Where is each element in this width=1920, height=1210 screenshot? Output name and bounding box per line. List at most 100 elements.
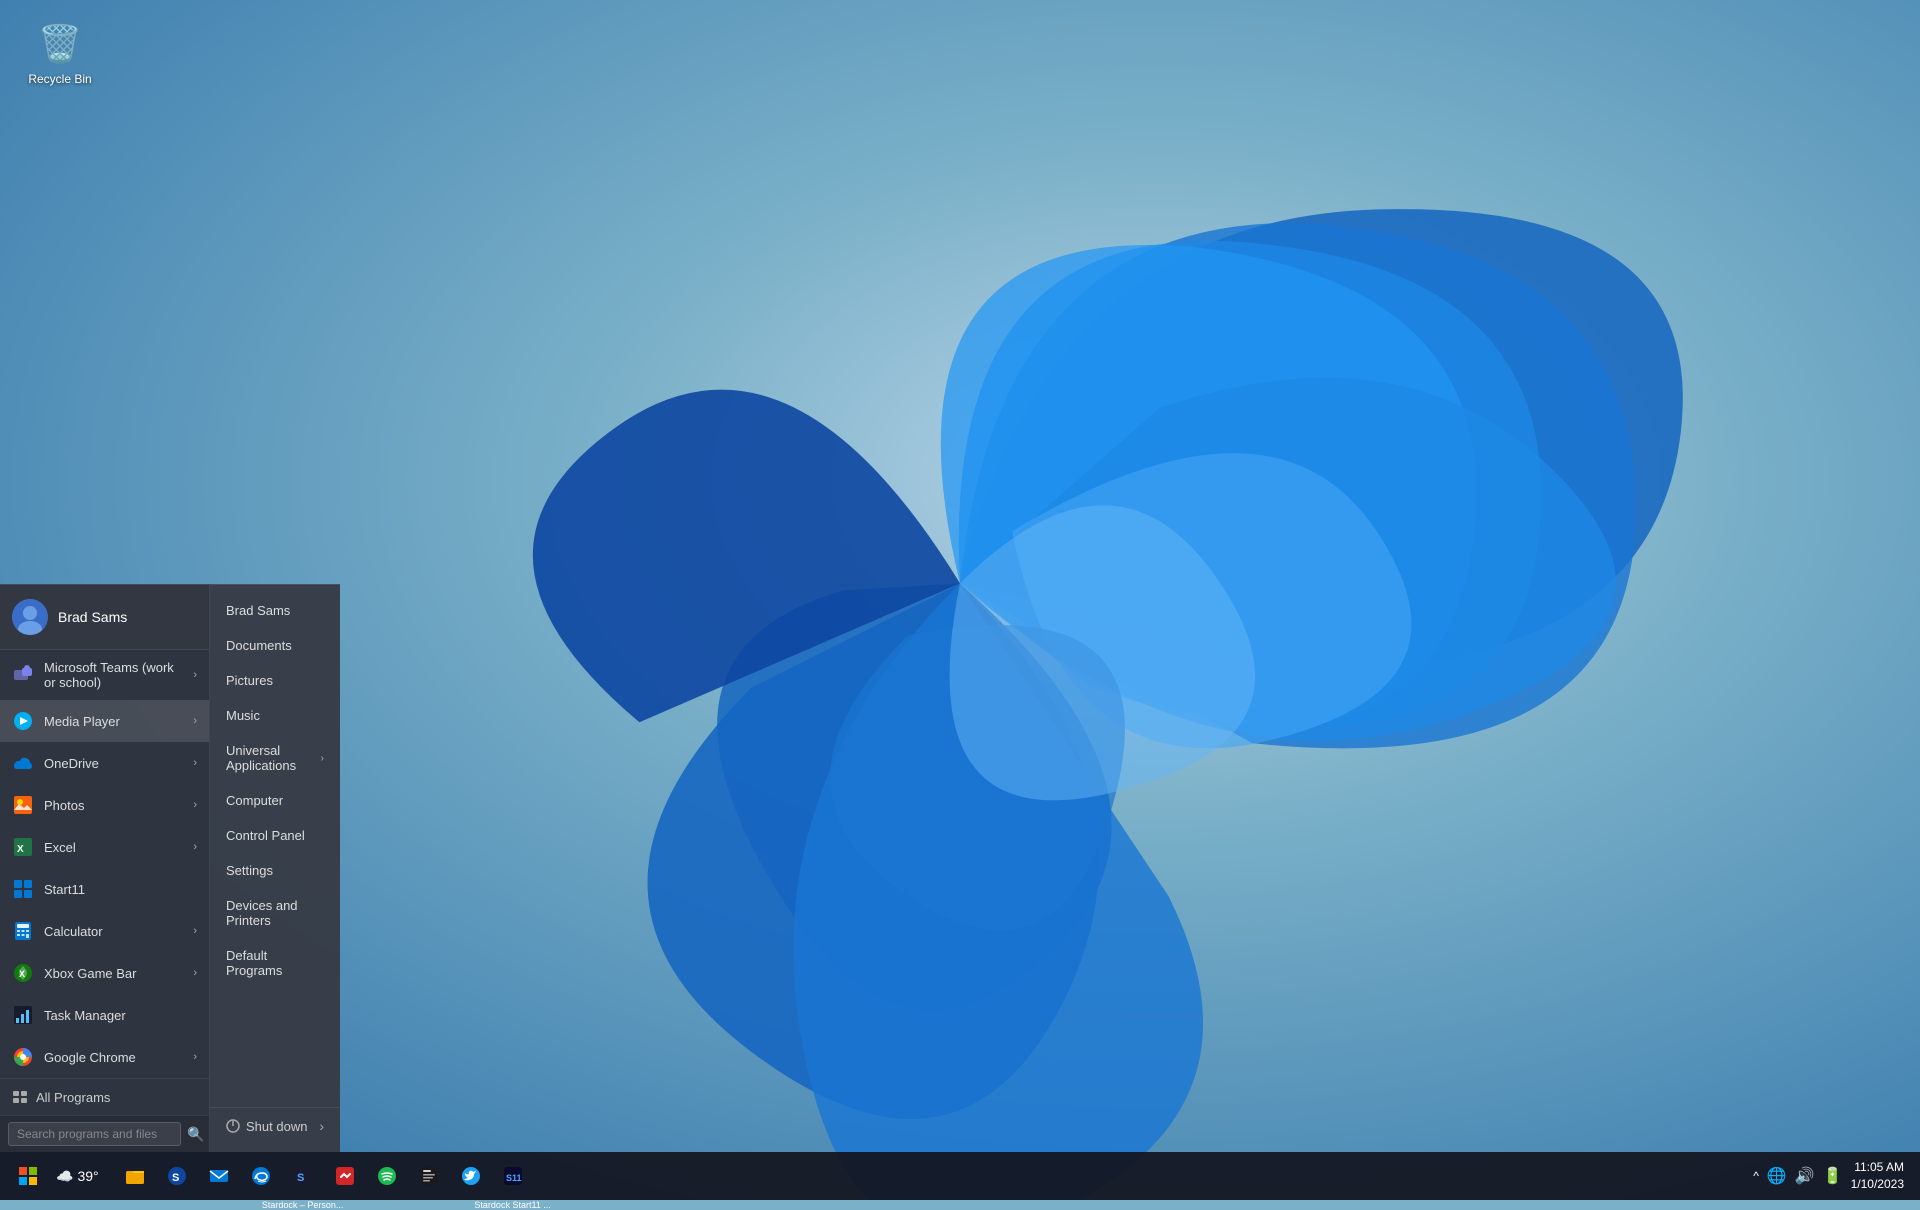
- clock[interactable]: 11:05 AM 1/10/2023: [1851, 1159, 1912, 1193]
- user-header[interactable]: Brad Sams: [0, 585, 209, 650]
- lastpass-icon: [334, 1165, 356, 1187]
- taskbar-stardock-start11[interactable]: S11 Stardock Start11 ...: [493, 1156, 533, 1196]
- sound-icon[interactable]: 🔊: [1795, 1166, 1815, 1186]
- taskbar-twitter[interactable]: [451, 1156, 491, 1196]
- weather-icon: ☁️: [56, 1168, 73, 1185]
- onedrive-label: OneDrive: [44, 756, 183, 771]
- right-item-universal-apps-label: Universal Applications: [226, 743, 321, 773]
- svg-text:S11: S11: [506, 1173, 522, 1183]
- excel-icon: X: [12, 836, 34, 858]
- start-button[interactable]: [8, 1156, 48, 1196]
- right-item-control-panel[interactable]: Control Panel: [210, 818, 340, 853]
- calculator-icon: [12, 920, 34, 942]
- menu-item-xboxgamebar[interactable]: X Xbox Game Bar ›: [0, 952, 209, 994]
- menu-item-mediaplayer[interactable]: Media Player ›: [0, 700, 209, 742]
- universal-apps-chevron: ›: [321, 753, 324, 764]
- search-bar: 🔍: [0, 1115, 209, 1152]
- clock-date: 1/10/2023: [1851, 1176, 1904, 1193]
- right-item-music-label: Music: [226, 708, 260, 723]
- right-item-computer[interactable]: Computer: [210, 783, 340, 818]
- menu-item-teams[interactable]: Microsoft Teams (work or school) ›: [0, 650, 209, 700]
- mediaplayer-chevron: ›: [193, 715, 197, 727]
- shutdown-arrow: ›: [319, 1118, 324, 1134]
- unknown1-icon: S: [166, 1165, 188, 1187]
- menu-item-photos[interactable]: Photos ›: [0, 784, 209, 826]
- chrome-chevron: ›: [193, 1051, 197, 1063]
- taskbar-stardock-person[interactable]: S Stardock – Person...: [283, 1156, 323, 1196]
- photos-label: Photos: [44, 798, 183, 813]
- taskbar: ☁️ 39° S: [0, 1152, 1920, 1200]
- right-item-settings[interactable]: Settings: [210, 853, 340, 888]
- taskbar-file-explorer[interactable]: [115, 1156, 155, 1196]
- right-item-universal-apps[interactable]: Universal Applications ›: [210, 733, 340, 783]
- menu-item-calculator[interactable]: Calculator ›: [0, 910, 209, 952]
- right-item-music[interactable]: Music: [210, 698, 340, 733]
- right-item-brad-sams-label: Brad Sams: [226, 603, 290, 618]
- weather-temp: 39°: [77, 1168, 98, 1184]
- right-item-control-panel-label: Control Panel: [226, 828, 305, 843]
- right-item-documents-label: Documents: [226, 638, 292, 653]
- recycle-bin[interactable]: 🗑️ Recycle Bin: [20, 20, 100, 86]
- right-item-computer-label: Computer: [226, 793, 283, 808]
- teams-chevron: ›: [193, 669, 197, 681]
- all-programs[interactable]: All Programs: [0, 1078, 209, 1115]
- taskbar-lastpass[interactable]: [325, 1156, 365, 1196]
- taskbar-app-unknown1[interactable]: S: [157, 1156, 197, 1196]
- onedrive-chevron: ›: [193, 757, 197, 769]
- left-menu-items: Microsoft Teams (work or school) › Media…: [0, 650, 209, 1078]
- right-item-pictures[interactable]: Pictures: [210, 663, 340, 698]
- svg-text:S: S: [172, 1172, 179, 1184]
- stardock-person-icon: S: [292, 1165, 314, 1187]
- stardock-start11-label: Stardock Start11 ...: [474, 1200, 550, 1210]
- menu-item-onedrive[interactable]: OneDrive ›: [0, 742, 209, 784]
- right-item-pictures-label: Pictures: [226, 673, 273, 688]
- xboxgamebar-label: Xbox Game Bar: [44, 966, 183, 981]
- search-icon[interactable]: 🔍: [187, 1126, 204, 1143]
- clock-time: 11:05 AM: [1851, 1159, 1904, 1176]
- network-icon[interactable]: 🌐: [1767, 1166, 1787, 1186]
- svg-text:X: X: [17, 844, 24, 855]
- taskbar-edge[interactable]: [241, 1156, 281, 1196]
- right-item-devices-printers[interactable]: Devices and Printers: [210, 888, 340, 938]
- taskbar-notion[interactable]: [409, 1156, 449, 1196]
- chrome-icon: [12, 1046, 34, 1068]
- right-item-devices-printers-label: Devices and Printers: [226, 898, 324, 928]
- start11-icon: [12, 878, 34, 900]
- right-item-default-programs-label: Default Programs: [226, 948, 324, 978]
- photos-icon: [12, 794, 34, 816]
- start-menu-left-panel: Brad Sams Microsoft Teams (work or schoo…: [0, 584, 210, 1152]
- right-item-default-programs[interactable]: Default Programs: [210, 938, 340, 988]
- xbox-icon: X: [12, 962, 34, 984]
- excel-chevron: ›: [193, 841, 197, 853]
- shutdown-icon: [226, 1119, 240, 1133]
- menu-item-googlechrome[interactable]: Google Chrome ›: [0, 1036, 209, 1078]
- weather-widget[interactable]: ☁️ 39°: [48, 1168, 107, 1185]
- calculator-label: Calculator: [44, 924, 183, 939]
- battery-icon[interactable]: 🔋: [1823, 1166, 1843, 1186]
- taskbar-apps: S S: [115, 1156, 533, 1196]
- menu-item-taskmanager[interactable]: Task Manager: [0, 994, 209, 1036]
- menu-item-excel[interactable]: X Excel ›: [0, 826, 209, 868]
- stardock-start11-icon: S11: [502, 1165, 524, 1187]
- edge-icon: [250, 1165, 272, 1187]
- recycle-bin-label: Recycle Bin: [20, 72, 100, 86]
- right-item-brad-sams[interactable]: Brad Sams: [210, 593, 340, 628]
- menu-item-start11[interactable]: Start11: [0, 868, 209, 910]
- tray-show-hidden[interactable]: ^: [1753, 1169, 1759, 1183]
- svg-text:S: S: [297, 1172, 304, 1184]
- taskbar-spotify[interactable]: [367, 1156, 407, 1196]
- taskbar-tray: ^ 🌐 🔊 🔋 11:05 AM 1/10/2023: [1753, 1159, 1912, 1193]
- xboxgamebar-chevron: ›: [193, 967, 197, 979]
- desktop: 🗑️ Recycle Bin Brad Sams: [0, 0, 1920, 1200]
- right-item-documents[interactable]: Documents: [210, 628, 340, 663]
- search-input[interactable]: [8, 1122, 181, 1146]
- onedrive-icon: [12, 752, 34, 774]
- mediaplayer-label: Media Player: [44, 714, 183, 729]
- taskbar-mail[interactable]: [199, 1156, 239, 1196]
- file-explorer-icon: [124, 1165, 146, 1187]
- all-programs-icon: [12, 1089, 28, 1105]
- twitter-icon: [460, 1165, 482, 1187]
- shutdown-button[interactable]: Shut down ›: [210, 1107, 340, 1144]
- chrome-label: Google Chrome: [44, 1050, 183, 1065]
- windows-icon: [19, 1167, 37, 1185]
